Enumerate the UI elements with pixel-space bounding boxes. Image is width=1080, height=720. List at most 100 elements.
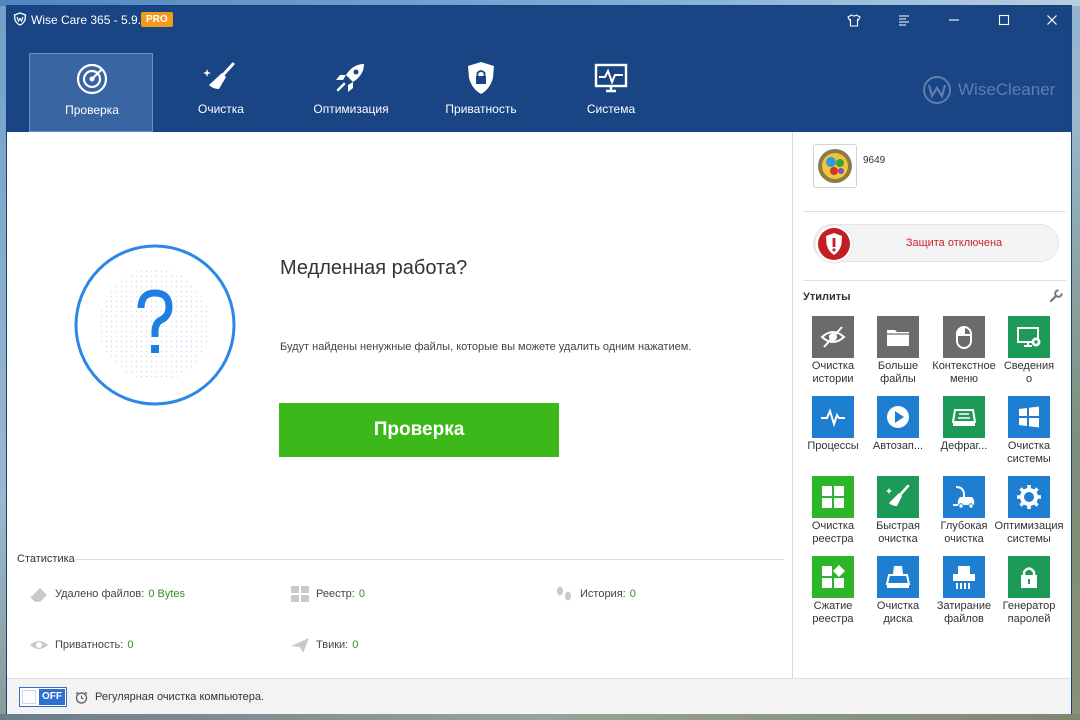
util-password-generator[interactable]: Генератор паролей (998, 556, 1060, 634)
shredder-icon (953, 566, 975, 589)
wisecleaner-logo-icon (923, 76, 951, 104)
close-icon (1047, 15, 1057, 25)
tab-clean-label: Очистка (198, 102, 244, 116)
play-icon (887, 406, 909, 428)
util-large-files[interactable]: Больше файлы (867, 316, 929, 394)
scan-button[interactable]: Проверка (279, 403, 559, 457)
util-tile (943, 316, 985, 358)
tab-check-label: Проверка (65, 103, 119, 117)
tab-check[interactable]: Проверка (29, 53, 153, 132)
util-startup[interactable]: Автозап... (867, 396, 929, 474)
util-registry-defrag[interactable]: Сжатие реестра (802, 556, 864, 634)
tab-privacy[interactable]: Приватность (419, 53, 543, 132)
gear-icon (1017, 485, 1041, 509)
util-context-menu[interactable]: Контекстное меню (932, 316, 996, 394)
util-tile (1008, 316, 1050, 358)
sidebar: 9649 Защита отключена Утилиты Очистка ис… (792, 132, 1071, 678)
main-navigation: Проверка Очистка Оптимизация Приватность… (7, 34, 1071, 132)
rocket-icon (336, 64, 364, 92)
skin-button[interactable] (831, 6, 877, 34)
app-logo-icon (13, 12, 27, 26)
util-processes[interactable]: Процессы (802, 396, 864, 474)
util-label: Затирание файлов (936, 600, 992, 625)
protection-status[interactable]: Защита отключена (813, 224, 1059, 264)
util-label: Больше файлы (877, 360, 919, 385)
util-system-optimize[interactable]: Оптимизация системы (995, 476, 1063, 554)
util-label: Генератор паролей (1002, 600, 1056, 625)
stat-tweaks-label: Твики: (316, 639, 349, 651)
stat-privacy: Приватность: 0 (29, 636, 133, 654)
avatar[interactable] (813, 144, 857, 188)
lock-icon (1021, 567, 1037, 588)
broom-icon (203, 62, 235, 89)
vacuum-icon (953, 486, 975, 509)
alarm-clock-icon (75, 691, 88, 704)
util-quick-clean[interactable]: Быстрая очистка (867, 476, 929, 554)
stat-registry-value: 0 (358, 588, 365, 600)
util-label: Очистка диска (876, 600, 920, 625)
colorful-badge-icon (818, 149, 852, 183)
stat-privacy-label: Приватность: (55, 639, 124, 651)
util-label: Сведения о (1003, 360, 1055, 385)
app-window: Wise Care 365 - 5.9.2 PRO Проверка Очист… (6, 5, 1072, 714)
sidebar-divider (803, 280, 1066, 281)
util-tile (877, 396, 919, 438)
eye-icon (30, 641, 48, 649)
menu-button[interactable] (881, 6, 927, 34)
stat-registry: Реестр: 0 (290, 585, 365, 603)
stat-history: История: 0 (554, 585, 636, 603)
tab-system[interactable]: Система (549, 53, 673, 132)
util-system-cleanup[interactable]: Очистка системы (998, 396, 1060, 474)
monitor-pulse-icon (594, 63, 628, 93)
util-label: Дефраг... (940, 440, 988, 452)
util-tile (877, 556, 919, 598)
stat-history-value: 0 (629, 588, 636, 600)
util-tile (812, 316, 854, 358)
folder-icon (887, 330, 909, 346)
title-bar[interactable]: Wise Care 365 - 5.9.2 PRO (7, 6, 1071, 34)
util-label: Быстрая очистка (876, 520, 920, 545)
shield-alert-icon (814, 224, 854, 264)
stat-tweaks-value: 0 (352, 639, 359, 651)
util-label: Контекстное меню (932, 360, 996, 385)
util-label: Очистка истории (811, 360, 855, 385)
wrench-icon[interactable] (1049, 289, 1063, 303)
util-system-info[interactable]: Сведения о (998, 316, 1060, 394)
util-deep-clean[interactable]: Глубокая очистка (933, 476, 995, 554)
util-tile (943, 556, 985, 598)
util-label: Глубокая очистка (940, 520, 988, 545)
mouse-icon (956, 326, 972, 349)
registry-blocks-icon (291, 586, 309, 602)
tab-optimize[interactable]: Оптимизация (289, 53, 413, 132)
eraser-icon (30, 588, 47, 602)
blocks-icon (822, 565, 845, 588)
footprints-icon (557, 586, 571, 601)
question-circle-icon (74, 244, 236, 406)
util-registry-cleanup[interactable]: Очистка реестра (802, 476, 864, 554)
eye-slash-icon (820, 326, 846, 348)
footer-bar: OFF Регулярная очистка компьютера. (7, 678, 1071, 714)
maximize-button[interactable] (981, 6, 1027, 34)
stat-tweaks: Твики: 0 (290, 636, 358, 654)
util-clean-history[interactable]: Очистка истории (802, 316, 864, 394)
close-button[interactable] (1029, 6, 1075, 34)
desktop-background-bottom (0, 714, 1080, 720)
tab-system-label: Система (586, 102, 636, 116)
util-label: Очистка реестра (811, 520, 855, 545)
toggle-knob (22, 690, 36, 704)
user-number: 9649 (863, 155, 886, 166)
tab-optimize-label: Оптимизация (313, 102, 389, 116)
sidebar-divider (803, 211, 1066, 212)
util-file-shredder[interactable]: Затирание файлов (933, 556, 995, 634)
drive-icon (951, 409, 977, 426)
minimize-button[interactable] (931, 6, 977, 34)
util-defrag[interactable]: Дефраг... (933, 396, 995, 474)
util-disk-cleanup[interactable]: Очистка диска (867, 556, 929, 634)
stat-files-deleted: Удалено файлов: 0 Bytes (29, 585, 185, 603)
maximize-icon (998, 14, 1010, 26)
tab-clean[interactable]: Очистка (159, 53, 283, 132)
headline: Медленная работа? (280, 257, 468, 279)
windows-icon (1019, 406, 1039, 428)
auto-clean-toggle[interactable]: OFF (19, 687, 67, 707)
util-tile (812, 476, 854, 518)
